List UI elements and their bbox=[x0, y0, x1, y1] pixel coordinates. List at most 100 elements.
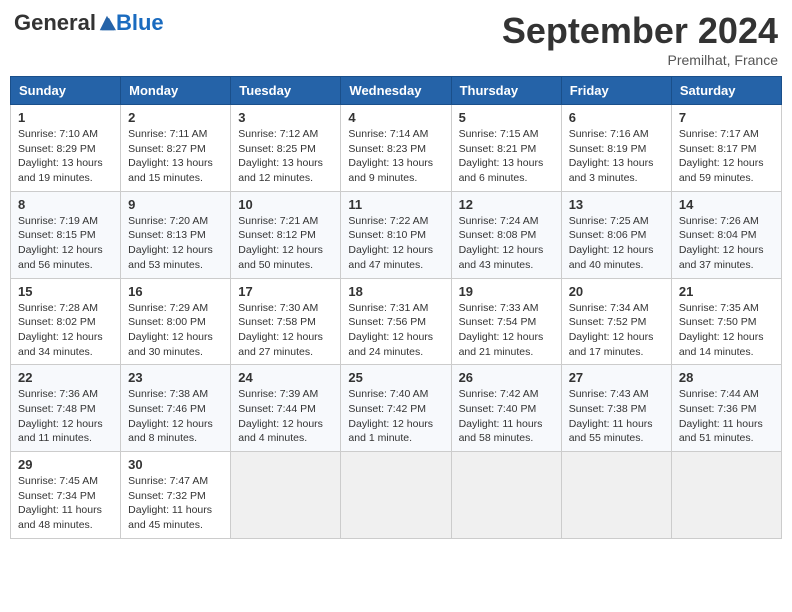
calendar-cell: 21Sunrise: 7:35 AMSunset: 7:50 PMDayligh… bbox=[671, 278, 781, 365]
cell-content: Sunrise: 7:10 AMSunset: 8:29 PMDaylight:… bbox=[18, 127, 113, 186]
cell-content: Sunrise: 7:40 AMSunset: 7:42 PMDaylight:… bbox=[348, 387, 443, 446]
logo: General Blue bbox=[14, 10, 164, 36]
daylight-text: Daylight: 13 hours and 3 minutes. bbox=[569, 157, 654, 184]
cell-content: Sunrise: 7:19 AMSunset: 8:15 PMDaylight:… bbox=[18, 214, 113, 273]
cell-content: Sunrise: 7:24 AM Sunset: 8:08 PM Daylight:… bbox=[459, 214, 554, 273]
sunset-text: Sunset: 7:58 PM bbox=[238, 316, 316, 328]
sunrise-text: Sunrise: 7:26 AM bbox=[679, 215, 759, 227]
daylight-text: Daylight: 12 hours and 27 minutes. bbox=[238, 331, 323, 358]
sunrise-text: Sunrise: 7:21 AM bbox=[238, 215, 318, 227]
daylight-text: Daylight: 13 hours and 6 minutes. bbox=[459, 157, 544, 184]
sunrise-text: Sunrise: 7:24 AM bbox=[459, 215, 539, 227]
sunset-text: Sunset: 7:46 PM bbox=[128, 403, 206, 415]
calendar-cell: 5 Sunrise: 7:15 AM Sunset: 8:21 PM Daylight… bbox=[451, 105, 561, 192]
sunset-text: Sunset: 7:50 PM bbox=[679, 316, 757, 328]
day-number: 21 bbox=[679, 284, 774, 299]
month-title: September 2024 bbox=[502, 10, 778, 52]
day-number: 14 bbox=[679, 197, 774, 212]
day-number: 26 bbox=[459, 370, 554, 385]
calendar-cell bbox=[561, 452, 671, 539]
day-number: 18 bbox=[348, 284, 443, 299]
cell-content: Sunrise: 7:14 AMSunset: 8:23 PMDaylight:… bbox=[348, 127, 443, 186]
location-text: Premilhat, France bbox=[502, 52, 778, 68]
day-number: 24 bbox=[238, 370, 333, 385]
sunset-text: Sunset: 7:44 PM bbox=[238, 403, 316, 415]
sunset-text: Sunset: 8:02 PM bbox=[18, 316, 96, 328]
sunrise-text: Sunrise: 7:33 AM bbox=[459, 302, 539, 314]
calendar-cell: 19Sunrise: 7:33 AMSunset: 7:54 PMDayligh… bbox=[451, 278, 561, 365]
sunset-text: Sunset: 8:21 PM bbox=[459, 143, 537, 155]
calendar-cell: 26Sunrise: 7:42 AMSunset: 7:40 PMDayligh… bbox=[451, 365, 561, 452]
sunset-text: Sunset: 7:34 PM bbox=[18, 490, 96, 502]
day-number: 30 bbox=[128, 457, 223, 472]
daylight-text: Daylight: 13 hours and 19 minutes. bbox=[18, 157, 103, 184]
daylight-text: Daylight: 12 hours and 34 minutes. bbox=[18, 331, 103, 358]
calendar-cell: 2Sunrise: 7:11 AMSunset: 8:27 PMDaylight… bbox=[121, 105, 231, 192]
day-number: 7 bbox=[679, 110, 774, 125]
sunset-text: Sunset: 8:06 PM bbox=[569, 229, 647, 241]
day-number: 22 bbox=[18, 370, 113, 385]
day-number: 20 bbox=[569, 284, 664, 299]
calendar-cell: 11Sunrise: 7:22 AMSunset: 8:10 PMDayligh… bbox=[341, 191, 451, 278]
cell-content: Sunrise: 7:35 AMSunset: 7:50 PMDaylight:… bbox=[679, 301, 774, 360]
calendar-cell: 6Sunrise: 7:16 AMSunset: 8:19 PMDaylight… bbox=[561, 105, 671, 192]
sunset-text: Sunset: 8:17 PM bbox=[679, 143, 757, 155]
daylight-text: Daylight: 12 hours and 37 minutes. bbox=[679, 244, 764, 271]
cell-content: Sunrise: 7:33 AMSunset: 7:54 PMDaylight:… bbox=[459, 301, 554, 360]
calendar-cell: 29Sunrise: 7:45 AMSunset: 7:34 PMDayligh… bbox=[11, 452, 121, 539]
day-number: 6 bbox=[569, 110, 664, 125]
day-number: 5 bbox=[459, 110, 554, 125]
calendar-cell: 9Sunrise: 7:20 AMSunset: 8:13 PMDaylight… bbox=[121, 191, 231, 278]
col-saturday: Saturday bbox=[671, 77, 781, 105]
sunrise-text: Sunrise: 7:14 AM bbox=[348, 128, 428, 140]
sunset-text: Sunset: 7:42 PM bbox=[348, 403, 426, 415]
sunrise-text: Sunrise: 7:42 AM bbox=[459, 388, 539, 400]
cell-content: Sunrise: 7:47 AMSunset: 7:32 PMDaylight:… bbox=[128, 474, 223, 533]
sunset-text: Sunset: 8:12 PM bbox=[238, 229, 316, 241]
sunset-text: Sunset: 8:04 PM bbox=[679, 229, 757, 241]
page-header: General Blue September 2024 Premilhat, F… bbox=[10, 10, 782, 68]
sunrise-text: Sunrise: 7:19 AM bbox=[18, 215, 98, 227]
day-number: 16 bbox=[128, 284, 223, 299]
daylight-text: Daylight: 12 hours and 47 minutes. bbox=[348, 244, 433, 271]
cell-content: Sunrise: 7:36 AMSunset: 7:48 PMDaylight:… bbox=[18, 387, 113, 446]
sunset-text: Sunset: 8:13 PM bbox=[128, 229, 206, 241]
cell-content: Sunrise: 7:11 AMSunset: 8:27 PMDaylight:… bbox=[128, 127, 223, 186]
daylight-text: Daylight: 11 hours and 55 minutes. bbox=[569, 418, 653, 445]
sunrise-text: Sunrise: 7:40 AM bbox=[348, 388, 428, 400]
sunset-text: Sunset: 8:08 PM bbox=[459, 229, 537, 241]
calendar-cell: 20Sunrise: 7:34 AMSunset: 7:52 PMDayligh… bbox=[561, 278, 671, 365]
day-number: 25 bbox=[348, 370, 443, 385]
calendar-week-row: 29Sunrise: 7:45 AMSunset: 7:34 PMDayligh… bbox=[11, 452, 782, 539]
sunrise-text: Sunrise: 7:29 AM bbox=[128, 302, 208, 314]
daylight-text: Daylight: 12 hours and 4 minutes. bbox=[238, 418, 323, 445]
daylight-text: Daylight: 12 hours and 59 minutes. bbox=[679, 157, 764, 184]
cell-content: Sunrise: 7:21 AM Sunset: 8:12 PM Daylight:… bbox=[238, 214, 333, 273]
calendar-cell: 25Sunrise: 7:40 AMSunset: 7:42 PMDayligh… bbox=[341, 365, 451, 452]
sunrise-text: Sunrise: 7:47 AM bbox=[128, 475, 208, 487]
daylight-text: Daylight: 11 hours and 45 minutes. bbox=[128, 504, 212, 531]
daylight-text: Daylight: 12 hours and 50 minutes. bbox=[238, 244, 323, 271]
daylight-text: Daylight: 12 hours and 53 minutes. bbox=[128, 244, 213, 271]
sunset-text: Sunset: 8:27 PM bbox=[128, 143, 206, 155]
sunrise-text: Sunrise: 7:35 AM bbox=[679, 302, 759, 314]
sunrise-text: Sunrise: 7:11 AM bbox=[128, 128, 207, 140]
daylight-text: Daylight: 12 hours and 8 minutes. bbox=[128, 418, 213, 445]
sunrise-text: Sunrise: 7:15 AM bbox=[459, 128, 539, 140]
sunset-text: Sunset: 7:38 PM bbox=[569, 403, 647, 415]
calendar-week-row: 22 Sunrise: 7:36 AMSunset: 7:48 PMDayligh… bbox=[11, 365, 782, 452]
calendar-cell: 17Sunrise: 7:30 AMSunset: 7:58 PMDayligh… bbox=[231, 278, 341, 365]
day-number: 29 bbox=[18, 457, 113, 472]
day-number: 3 bbox=[238, 110, 333, 125]
calendar-cell: 4Sunrise: 7:14 AMSunset: 8:23 PMDaylight… bbox=[341, 105, 451, 192]
sunrise-text: Sunrise: 7:39 AM bbox=[238, 388, 318, 400]
daylight-text: Daylight: 11 hours and 51 minutes. bbox=[679, 418, 763, 445]
col-monday: Monday bbox=[121, 77, 231, 105]
sunset-text: Sunset: 7:52 PM bbox=[569, 316, 647, 328]
sunset-text: Sunset: 7:36 PM bbox=[679, 403, 757, 415]
calendar-cell: 23Sunrise: 7:38 AMSunset: 7:46 PMDayligh… bbox=[121, 365, 231, 452]
cell-content: Sunrise: 7:31 AMSunset: 7:56 PMDaylight:… bbox=[348, 301, 443, 360]
daylight-text: Daylight: 12 hours and 43 minutes. bbox=[459, 244, 544, 271]
calendar-cell: 1Sunrise: 7:10 AMSunset: 8:29 PMDaylight… bbox=[11, 105, 121, 192]
calendar-cell: 14 Sunrise: 7:26 AM Sunset: 8:04 PM Dayligh… bbox=[671, 191, 781, 278]
